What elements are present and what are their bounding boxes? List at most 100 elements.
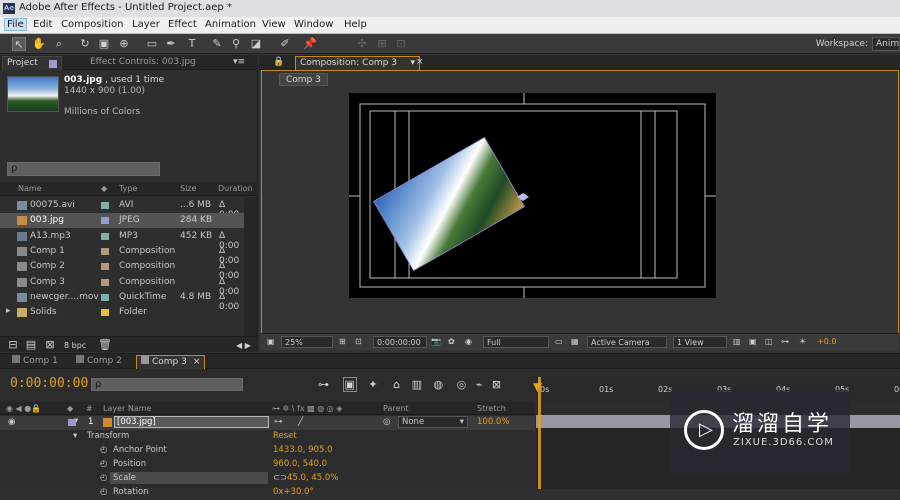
column-type[interactable]: Type [119, 184, 137, 193]
stopwatch-icon[interactable]: ◴ [100, 459, 107, 469]
timeline-search-input[interactable]: ρ [91, 378, 243, 391]
project-item[interactable]: ▸ Solids Folder [0, 305, 244, 320]
graph-editor-icon[interactable]: ⌁ [476, 378, 483, 391]
quality-switch-icon[interactable]: ╱ [298, 417, 303, 427]
hand-tool-icon[interactable]: ✋ [32, 37, 46, 51]
project-item[interactable]: newcger....mov QuickTime 4.8 MB Δ 0:00 [0, 290, 244, 312]
column-layer-name[interactable]: Layer Name [103, 404, 151, 413]
project-item[interactable]: Comp 1 Composition Δ 0:00 [0, 244, 244, 266]
property-value[interactable]: 960.0, 540.0 [273, 459, 327, 469]
label-swatch[interactable] [101, 232, 109, 240]
tab-comp-3[interactable]: Comp 3 × [136, 355, 206, 369]
tab-project[interactable]: Project [2, 56, 62, 70]
property-row[interactable]: ◴ Position 960.0, 540.0 [0, 458, 535, 472]
channel-icon[interactable]: ◉ [465, 336, 472, 348]
camera-view-select[interactable]: Active Camera [587, 336, 667, 348]
current-time-field[interactable]: 0:00:00:00 [373, 336, 427, 348]
exposure-reset-icon[interactable]: ☀ [799, 336, 806, 348]
resolution-select[interactable]: Full [483, 336, 549, 348]
menu-effect[interactable]: Effect [168, 19, 197, 30]
property-row[interactable]: ◴ Scale ⊂⊃ 45.0, 45.0% [0, 472, 535, 486]
workspace-select[interactable]: Animation [872, 37, 900, 51]
grid-icon[interactable]: ⊞ [339, 336, 346, 348]
project-item[interactable]: A13.mp3 MP3 452 KB Δ 0:00 [0, 229, 244, 251]
label-swatch[interactable] [101, 263, 109, 271]
project-item[interactable]: Comp 3 Composition Δ 0:00 [0, 275, 244, 297]
eraser-tool-icon[interactable]: ◪ [249, 37, 263, 51]
layer-row[interactable]: ◉ ▾ 1 [003.jpg] ⊶ ╱ ◎ None ▾ 100.0% [0, 416, 535, 430]
transform-group-row[interactable]: ▾ Transform Reset [0, 430, 535, 444]
trash-icon[interactable]: 🗑 [98, 338, 112, 352]
menu-edit[interactable]: Edit [33, 19, 52, 30]
playhead-icon[interactable]: ▼ [533, 380, 542, 394]
comp-mini-flowchart-icon[interactable]: ▣ [342, 377, 357, 392]
switches-icons[interactable]: ⊶ ✲ \ fx ▩ ◍ ◎ ◈ [272, 404, 342, 413]
property-value[interactable]: 1433.0, 905.0 [273, 445, 332, 455]
current-time-display[interactable]: 0:00:00:00 [10, 376, 88, 391]
label-swatch[interactable] [101, 309, 109, 317]
region-of-interest-icon[interactable]: ▭ [555, 336, 563, 348]
label-swatch[interactable] [68, 419, 76, 426]
av-features-icon[interactable]: ◉ ◀ ●🔒 [6, 404, 41, 413]
interpret-footage-icon[interactable]: ⊟ [6, 338, 20, 352]
label-swatch[interactable] [101, 247, 109, 255]
flowchart-icon[interactable]: ⊶ [781, 336, 789, 348]
menu-view[interactable]: View [262, 19, 286, 30]
always-preview-icon[interactable]: ▣ [267, 336, 275, 348]
mask-visibility-icon[interactable]: ⊡ [355, 336, 362, 348]
eye-icon[interactable]: ◉ [8, 417, 15, 427]
motion-blur-icon[interactable]: ◍ [434, 378, 444, 391]
layer-003-jpg[interactable] [373, 136, 525, 272]
camera-tool-icon[interactable]: ▣ [97, 37, 111, 51]
show-snapshot-icon[interactable]: ✿ [448, 336, 455, 348]
brainstorm-icon[interactable]: ◎ [457, 378, 467, 391]
expand-triangle-icon[interactable]: ▸ [6, 306, 11, 316]
zoom-tool-icon[interactable]: ⌕ [52, 37, 66, 51]
tab-effect-controls[interactable]: Effect Controls: 003.jpg [86, 56, 200, 70]
property-value[interactable]: 45.0, 45.0% [287, 473, 338, 483]
selection-tool-icon[interactable]: ↖ [12, 37, 26, 51]
constrain-proportions-icon[interactable]: ⊂⊃ [273, 473, 287, 483]
stopwatch-icon[interactable]: ◴ [100, 487, 107, 497]
scroll-arrow-icon[interactable]: ◀ ▶ [236, 340, 251, 352]
exposure-value[interactable]: +0.0 [817, 336, 836, 348]
lock-icon[interactable]: 🔒 [269, 56, 284, 70]
stretch-value[interactable]: 100.0% [477, 417, 509, 427]
pickwhip-icon[interactable]: ◎ [383, 417, 390, 427]
label-swatch[interactable] [101, 278, 109, 286]
project-search-input[interactable]: ρ [7, 162, 160, 176]
property-row[interactable]: ◴ Anchor Point 1433.0, 905.0 [0, 444, 535, 458]
label-column-icon[interactable]: ◆ [101, 184, 107, 193]
parent-select[interactable]: None ▾ [398, 416, 468, 428]
draft-3d-icon[interactable]: ✦ [368, 378, 377, 391]
composition-viewer[interactable] [349, 93, 716, 298]
column-parent[interactable]: Parent [383, 404, 409, 413]
column-name[interactable]: Name [18, 184, 42, 193]
transparency-grid-icon[interactable]: ▦ [571, 336, 579, 348]
tab-comp-2[interactable]: Comp 2 [72, 355, 126, 369]
view-layout-select[interactable]: 1 View [673, 336, 727, 348]
expand-icon[interactable]: ⊶ [318, 378, 329, 391]
brush-tool-icon[interactable]: ✎ [210, 37, 224, 51]
stopwatch-icon[interactable]: ◴ [100, 445, 107, 455]
stopwatch-icon[interactable]: ◴ [100, 473, 107, 483]
column-number[interactable]: # [86, 404, 93, 413]
hide-shy-layers-icon[interactable]: ⌂ [393, 378, 400, 391]
project-scrollbar[interactable] [244, 197, 257, 337]
column-size[interactable]: Size [180, 184, 196, 193]
close-icon[interactable]: × [412, 56, 428, 70]
pan-behind-tool-icon[interactable]: ⊕ [117, 37, 131, 51]
panel-menu-icon[interactable]: ▾≡ [229, 56, 249, 70]
graph-editor-toggle-icon[interactable]: ⊠ [492, 378, 501, 391]
column-stretch[interactable]: Stretch [477, 404, 506, 413]
bit-depth-label[interactable]: 8 bpc [64, 340, 86, 352]
menu-animation[interactable]: Animation [205, 19, 256, 30]
property-value[interactable]: 0x+30.0° [273, 487, 314, 497]
column-duration[interactable]: Duration [218, 184, 253, 193]
puppet-pin-tool-icon[interactable]: 📌 [303, 37, 317, 51]
roto-brush-tool-icon[interactable]: ✐ [278, 37, 292, 51]
tab-composition[interactable]: Composition: Comp 3 ▾ [295, 56, 420, 70]
shy-switch-icon[interactable]: ⊶ [274, 417, 283, 427]
fast-previews-icon[interactable]: ▣ [749, 336, 757, 348]
close-icon[interactable]: × [193, 357, 201, 367]
